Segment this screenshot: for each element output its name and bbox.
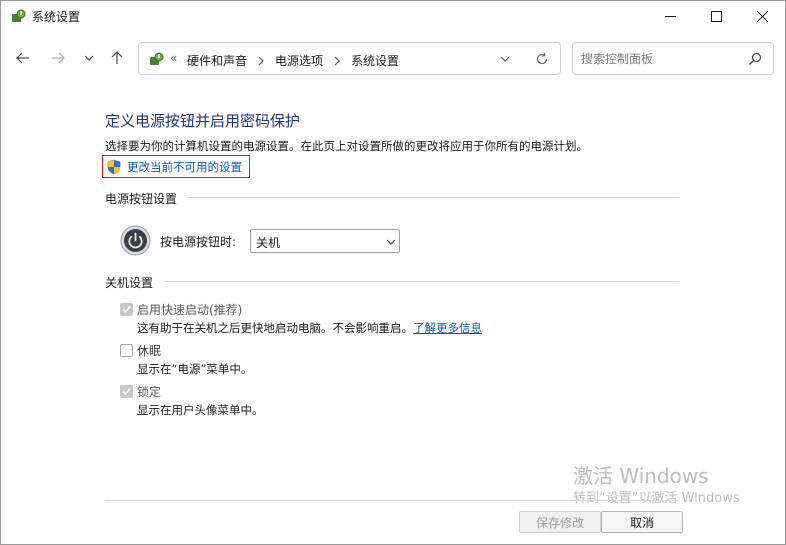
checkmark-icon	[122, 388, 131, 396]
fast-startup-checkbox[interactable]	[120, 303, 133, 316]
fast-startup-description: 这有助于在关机之后更快地启动电脑。不会影响重启。了解更多信息	[137, 320, 482, 336]
close-button[interactable]	[739, 1, 785, 32]
power-button-action-select[interactable]: 关机	[250, 229, 400, 253]
window-title: 系统设置	[32, 10, 81, 24]
fast-startup-option[interactable]: 启用快速启动(推荐)	[120, 301, 242, 318]
footer-divider	[105, 500, 679, 501]
title-bar[interactable]: 系统设置	[1, 1, 785, 32]
search-icon[interactable]	[748, 52, 762, 66]
activation-watermark-title: 激活 Windows	[573, 464, 709, 488]
shutdown-section-label: 关机设置	[105, 274, 164, 291]
power-options-icon	[150, 52, 164, 65]
chevron-down-icon	[84, 55, 94, 61]
chevron-down-icon	[386, 239, 396, 245]
lock-label: 锁定	[137, 385, 162, 399]
maximize-icon	[710, 11, 722, 22]
lock-checkbox[interactable]	[120, 385, 133, 398]
address-bar[interactable]: « 硬件和声音 电源选项 系统设置	[138, 42, 561, 75]
breadcrumb-overflow[interactable]: «	[170, 51, 177, 65]
breadcrumb-system-settings[interactable]: 系统设置	[351, 52, 399, 69]
refresh-icon[interactable]	[535, 52, 549, 66]
search-box[interactable]	[572, 42, 774, 75]
section-divider	[105, 197, 679, 198]
forward-button[interactable]	[46, 46, 70, 70]
hibernate-checkbox[interactable]	[120, 344, 133, 357]
hibernate-option[interactable]: 休眠	[120, 342, 161, 359]
back-button[interactable]	[11, 46, 35, 70]
chevron-right-icon[interactable]	[333, 56, 341, 66]
lock-description: 显示在用户头像菜单中。	[137, 403, 264, 417]
uac-shield-icon	[107, 159, 121, 174]
arrow-right-icon	[52, 52, 65, 64]
hibernate-description: 显示在“电源”菜单中。	[137, 362, 253, 376]
checkmark-icon	[122, 306, 131, 314]
breadcrumb-power-options[interactable]: 电源选项	[275, 52, 323, 69]
navigation-bar: « 硬件和声音 电源选项 系统设置	[1, 32, 785, 86]
chevron-down-icon[interactable]	[499, 53, 511, 65]
minimize-icon	[664, 16, 676, 17]
learn-more-link[interactable]: 了解更多信息	[413, 321, 482, 335]
power-button-icon	[120, 225, 151, 256]
activation-watermark-subtitle: 转到“设置”以激活 Windows	[573, 491, 740, 506]
save-changes-button[interactable]: 保存修改	[519, 511, 601, 533]
main-content: 定义电源按钮并启用密码保护 选择要为你的计算机设置的电源设置。在此页上对设置所做…	[1, 86, 785, 501]
power-button-selected-value: 关机	[256, 236, 281, 250]
arrow-up-icon	[111, 51, 123, 64]
hibernate-label: 休眠	[137, 344, 162, 358]
up-button[interactable]	[105, 46, 129, 70]
chevron-right-icon[interactable]	[257, 56, 265, 66]
breadcrumb-hardware-sound[interactable]: 硬件和声音	[187, 52, 247, 69]
breadcrumb: 硬件和声音 电源选项 系统设置	[187, 52, 399, 69]
search-input[interactable]	[581, 50, 741, 68]
fast-startup-label: 启用快速启动(推荐)	[137, 303, 243, 317]
recent-locations-button[interactable]	[77, 46, 101, 70]
page-description: 选择要为你的计算机设置的电源设置。在此页上对设置所做的更改将应用于你所有的电源计…	[105, 139, 588, 153]
arrow-left-icon	[16, 52, 29, 64]
lock-option[interactable]: 锁定	[120, 383, 161, 400]
power-button-label: 按电源按钮时:	[160, 235, 237, 249]
system-settings-window: 系统设置 « 硬件和声音 电源选项 系统设置 搜索控制面板 定义电源按钮并启用密…	[0, 0, 786, 545]
section-divider	[105, 281, 679, 282]
close-icon	[756, 11, 768, 22]
maximize-button[interactable]	[693, 1, 739, 32]
change-unavailable-settings-link[interactable]: 更改当前不可用的设置	[102, 155, 250, 178]
page-title: 定义电源按钮并启用密码保护	[105, 112, 301, 130]
cancel-button[interactable]: 取消	[601, 511, 683, 533]
power-options-icon	[12, 9, 26, 22]
fast-startup-desc-text: 这有助于在关机之后更快地启动电脑。不会影响重启。	[137, 321, 413, 335]
change-link-text[interactable]: 更改当前不可用的设置	[127, 159, 242, 175]
minimize-button[interactable]	[647, 1, 693, 32]
power-section-label: 电源按钮设置	[105, 190, 188, 207]
